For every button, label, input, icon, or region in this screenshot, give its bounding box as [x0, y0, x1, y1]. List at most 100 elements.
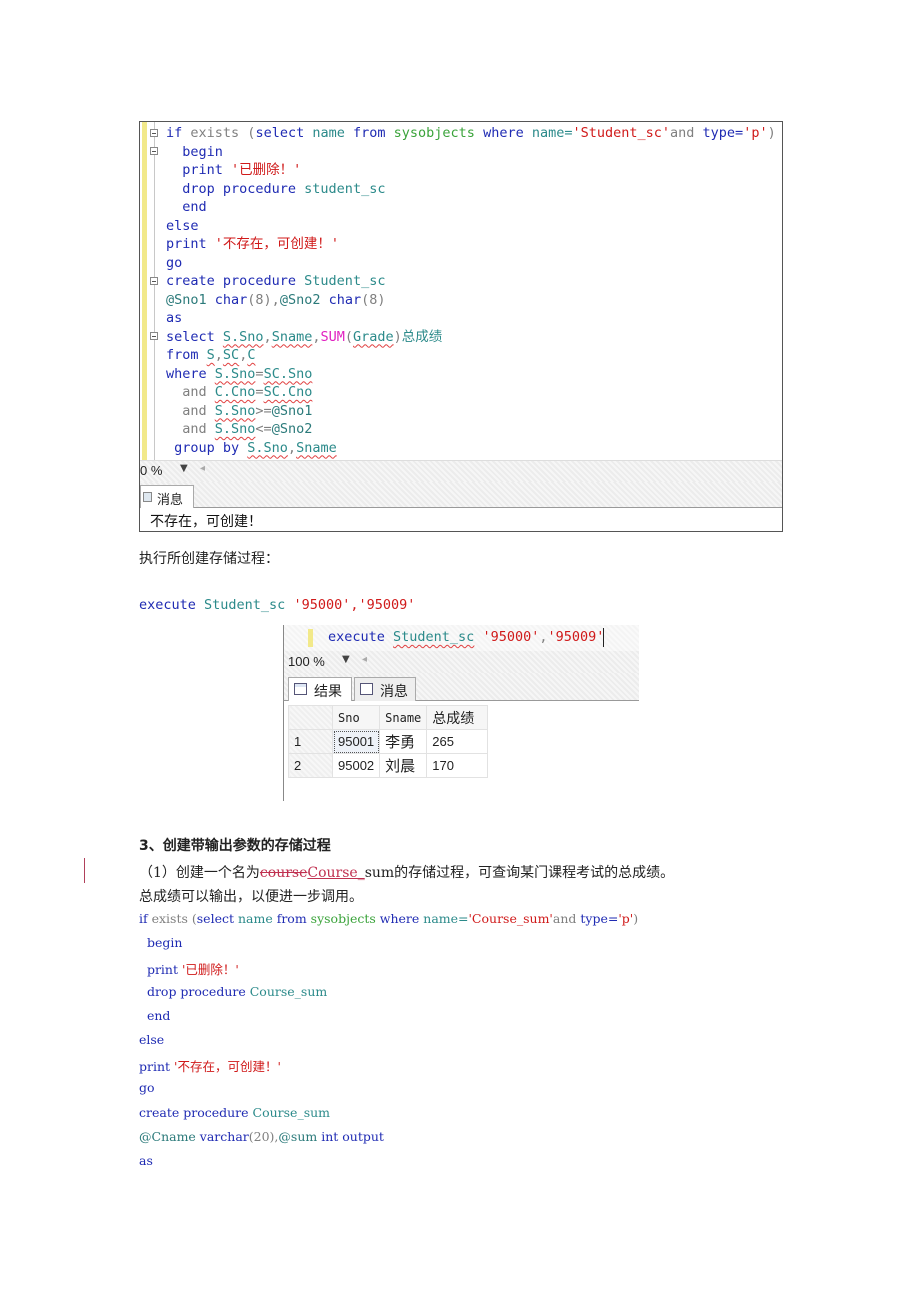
code-token: (20),: [248, 1128, 279, 1144]
editor-status-bar: 0 % ▼ ◂: [140, 460, 782, 483]
code-token: and: [166, 402, 215, 419]
zoom-level[interactable]: 100 %: [288, 654, 325, 669]
code-token: name=: [523, 125, 573, 141]
code-token: name=: [419, 911, 469, 926]
code-token: Course_sum: [249, 983, 328, 999]
grid-icon: [294, 683, 307, 695]
collapse-icon[interactable]: [150, 147, 158, 155]
code-line: begin: [166, 143, 776, 162]
table-row: 2 95002 刘晨 170: [288, 753, 489, 778]
code-token: (8),: [247, 291, 280, 308]
collapse-icon[interactable]: [150, 332, 158, 340]
code-token: group by: [166, 439, 248, 456]
code-token: as: [139, 1153, 153, 1168]
cell-total[interactable]: 170: [426, 753, 489, 778]
collapse-icon[interactable]: [150, 277, 158, 285]
code-line: @Cname varchar(20),@sum int output: [139, 1129, 384, 1144]
code-line: and C.Cno=SC.Cno: [166, 383, 776, 402]
code-token: as: [166, 310, 183, 326]
code-line: else: [166, 217, 776, 236]
column-header-sname[interactable]: Sname: [379, 705, 428, 730]
text-caret: [603, 628, 604, 647]
code-token: and: [166, 384, 215, 400]
code-token: from: [276, 911, 307, 926]
cell-sname[interactable]: 李勇: [379, 729, 428, 754]
code-token: select: [166, 328, 223, 345]
tab-label: 消息: [157, 492, 184, 507]
code-token: Student_sc: [304, 273, 386, 289]
code-token: print: [139, 1059, 175, 1075]
code-token: >=: [255, 402, 272, 419]
revision-marker: [84, 858, 85, 883]
column-header-sno[interactable]: Sno: [331, 705, 381, 730]
code-line: go: [139, 1080, 155, 1095]
code-token: 'p': [618, 911, 634, 926]
code-token: exists: [182, 125, 248, 141]
code-token: drop procedure: [139, 983, 250, 999]
editor-line[interactable]: execute Student_sc '95000','95009': [283, 625, 639, 651]
code-line: as: [166, 309, 776, 328]
code-token: @sum: [278, 1128, 322, 1144]
code-token: '不存在，可创建！': [214, 236, 340, 252]
code-token: if: [166, 125, 183, 141]
zoom-dropdown-icon[interactable]: ▼: [180, 463, 188, 474]
code-token: student_sc: [304, 180, 386, 197]
code-token: ,: [287, 439, 297, 456]
row-number[interactable]: 1: [288, 729, 333, 754]
code-token: where: [166, 365, 215, 382]
cell-sno[interactable]: 95001: [331, 729, 381, 754]
change-marker-bar: [142, 122, 147, 460]
code-token: go: [166, 254, 183, 271]
code-token: '不存在，可创建！': [174, 1059, 281, 1075]
code-token: '已删除！': [181, 962, 239, 978]
zoom-dropdown-icon[interactable]: ▼: [342, 654, 350, 665]
tab-results[interactable]: 结果: [288, 677, 352, 701]
code-token: select: [255, 125, 305, 141]
code-token: '已删除！': [231, 162, 302, 178]
code-line: end: [166, 198, 776, 217]
code-token: print: [166, 162, 232, 178]
code-token: C: [247, 347, 256, 363]
code-token: execute: [139, 597, 205, 613]
code-token: S.Sno: [214, 421, 256, 437]
code-line: go: [166, 254, 776, 273]
code-editor[interactable]: if exists (select name from sysobjects w…: [166, 124, 776, 457]
code-line: group by S.Sno,Sname: [166, 439, 776, 458]
code-line: end: [139, 1008, 170, 1023]
code-line: drop procedure Course_sum: [139, 984, 327, 999]
code-token: @Sno1: [271, 402, 313, 419]
code-token: sysobjects: [385, 125, 484, 141]
cell-total[interactable]: 265: [426, 729, 489, 754]
code-token: type=: [694, 125, 744, 141]
code-token: =: [255, 384, 264, 400]
results-grid-area: Sno Sname 总成绩 1 95001 李勇 265 2 95002 刘晨 …: [283, 701, 639, 801]
column-header-total[interactable]: 总成绩: [426, 705, 489, 730]
code-line: drop procedure student_sc: [166, 180, 776, 199]
code-token: create procedure: [139, 1104, 253, 1120]
tab-messages[interactable]: 消息: [354, 677, 416, 701]
scroll-left-icon[interactable]: ◂: [200, 463, 205, 474]
row-number[interactable]: 2: [288, 753, 333, 778]
code-token: ,: [263, 328, 272, 345]
code-line: @Sno1 char(8),@Sno2 char(8): [166, 291, 776, 310]
code-token: ): [767, 125, 776, 141]
code-token: varchar: [199, 1128, 249, 1144]
cell-sname[interactable]: 刘晨: [379, 753, 428, 778]
code-token: sysobjects: [306, 911, 380, 926]
code-token: 总成绩: [401, 328, 443, 345]
zoom-level[interactable]: 0 %: [140, 463, 162, 478]
tab-label: 消息: [380, 683, 408, 699]
scroll-left-icon[interactable]: ◂: [362, 654, 367, 665]
collapse-icon[interactable]: [150, 129, 158, 137]
cell-sno[interactable]: 95002: [331, 753, 381, 778]
tab-messages[interactable]: 消息: [140, 485, 194, 508]
code-token: Student_sc: [204, 597, 294, 613]
corner-cell[interactable]: [288, 705, 333, 730]
editor-status-bar: 100 % ▼ ◂: [283, 651, 639, 673]
code-token: else: [139, 1032, 165, 1047]
code-token: @Sno1: [166, 291, 215, 308]
results-tabbar: 消息: [140, 482, 782, 508]
code-token: (: [344, 328, 353, 345]
table-row: 1 95001 李勇 265: [288, 729, 489, 754]
code-token: SUM: [320, 328, 345, 345]
